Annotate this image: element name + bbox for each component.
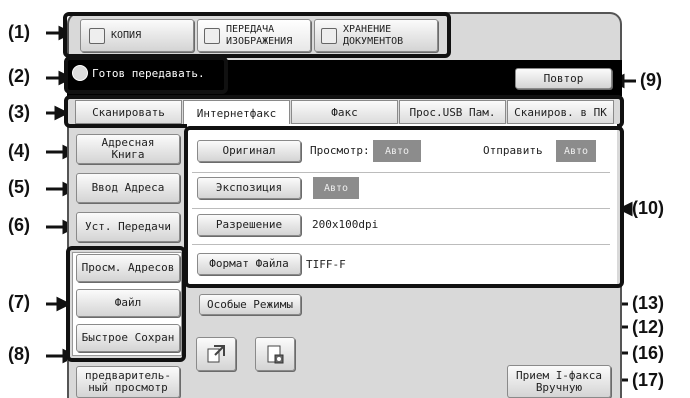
callout-1: (1) [8,22,30,42]
manual-reception-label-1: Прием I-факса [515,368,603,382]
callout-3: (3) [8,102,30,122]
callout-6: (6) [8,215,30,235]
callout-9: (9) [640,70,662,90]
manual-reception-button[interactable]: Прием I-факса Вручную [507,365,611,398]
callout-5: (5) [8,177,30,197]
preview-button[interactable]: предваритель-ный просмотр [76,366,180,398]
callout-8: (8) [8,344,30,364]
highlight-settings [184,126,624,288]
callout-13: (13) [632,293,665,313]
callout-17: (17) [632,370,665,390]
send-settings-button[interactable]: Уст. Передачи [76,212,180,242]
special-modes-button[interactable]: Особые Режимы [199,294,301,315]
address-entry-button[interactable]: Ввод Адреса [76,173,180,203]
highlight-side-group [66,246,186,362]
manual-reception-label-2: Вручную [535,380,583,394]
callout-16: (16) [632,343,665,363]
address-book-label-2: Книга [111,148,145,161]
preview-label-2: ный просмотр [88,381,168,394]
address-direct-icon [207,345,225,363]
sending-settings-key[interactable] [255,337,295,371]
highlight-mode-keys [63,12,451,58]
callout-2: (2) [8,66,30,86]
callout-12: (12) [632,317,665,337]
repeat-button[interactable]: Повтор [515,68,612,89]
sending-settings-icon [267,345,284,364]
address-direct-key[interactable] [196,337,236,371]
highlight-status [64,56,228,94]
callout-4: (4) [8,141,30,161]
address-book-button[interactable]: Адресная Книга [76,134,180,164]
callout-10: (10) [632,198,665,218]
callout-7: (7) [8,292,30,312]
